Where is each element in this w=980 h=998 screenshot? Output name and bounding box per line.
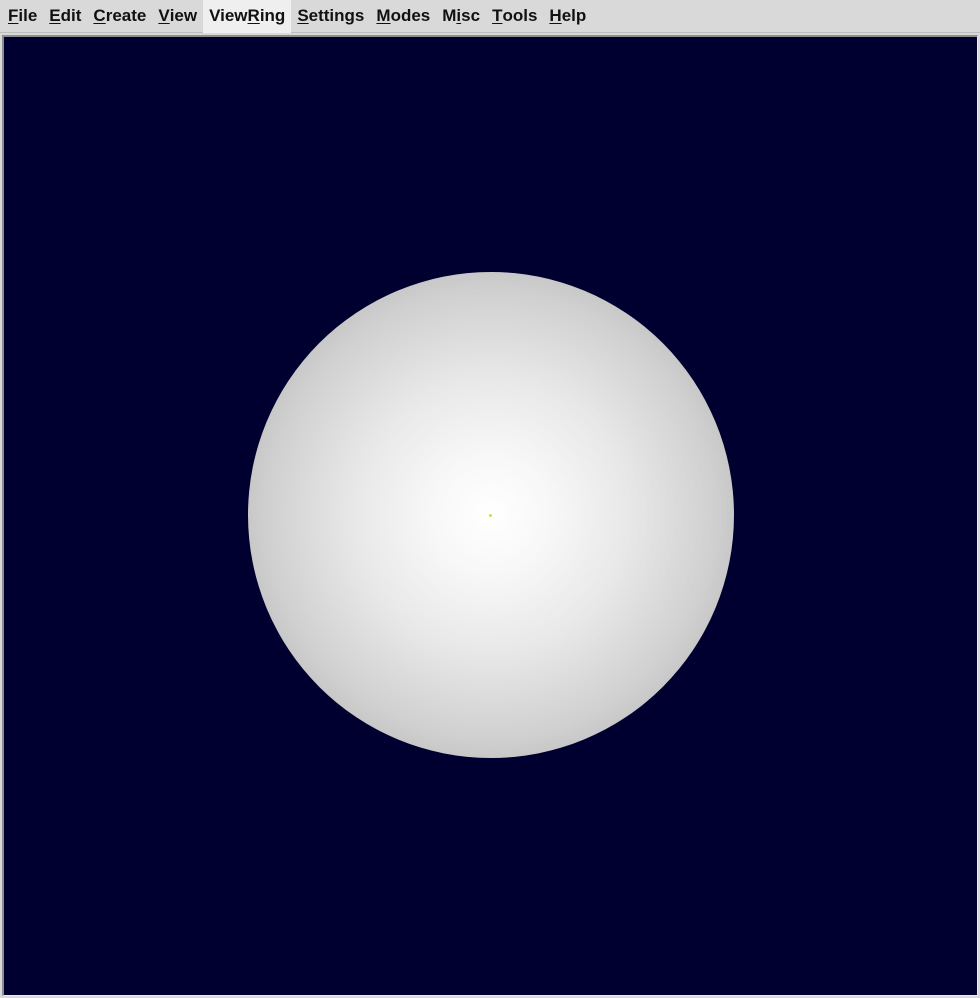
- menu-file-mnemonic: F: [8, 6, 19, 25]
- menu-edit-suffix: dit: [60, 6, 82, 25]
- menu-viewring-mnemonic: R: [247, 6, 260, 25]
- menu-misc-suffix: sc: [461, 6, 481, 25]
- menu-settings[interactable]: Settings: [291, 0, 370, 33]
- menu-tools-suffix: ools: [502, 6, 538, 25]
- menu-viewring-prefix: View: [209, 6, 248, 25]
- center-marker: [489, 514, 492, 517]
- menu-help[interactable]: Help: [543, 0, 592, 33]
- menu-edit[interactable]: Edit: [43, 0, 87, 33]
- menu-viewring-suffix: ing: [259, 6, 286, 25]
- menu-misc[interactable]: Mi sc: [436, 0, 486, 33]
- menu-file-suffix: ile: [18, 6, 38, 25]
- menu-modes-suffix: odes: [390, 6, 431, 25]
- menu-tools[interactable]: Tools: [486, 0, 543, 33]
- menu-view-suffix: iew: [169, 6, 198, 25]
- menu-help-mnemonic: H: [549, 6, 562, 25]
- menu-modes[interactable]: Modes: [370, 0, 436, 33]
- menu-edit-mnemonic: E: [49, 6, 61, 25]
- menu-settings-suffix: ettings: [308, 6, 365, 25]
- menu-view[interactable]: View: [152, 0, 203, 33]
- menu-create-mnemonic: C: [93, 6, 106, 25]
- menu-tools-mnemonic: T: [492, 6, 503, 25]
- menu-file[interactable]: File: [2, 0, 43, 33]
- menu-modes-mnemonic: M: [376, 6, 391, 25]
- menu-create-suffix: reate: [105, 6, 147, 25]
- menu-misc-prefix: M: [442, 6, 457, 25]
- menu-view-mnemonic: V: [158, 6, 170, 25]
- menu-bar: File Edit Create View View Ring Settings …: [0, 0, 980, 33]
- menu-create[interactable]: Create: [87, 0, 152, 33]
- menu-help-suffix: elp: [561, 6, 587, 25]
- application-window: File Edit Create View View Ring Settings …: [0, 0, 980, 998]
- 3d-viewport[interactable]: [4, 37, 977, 995]
- viewport-frame: [2, 35, 978, 996]
- menu-settings-mnemonic: S: [297, 6, 309, 25]
- menu-viewring[interactable]: View Ring: [203, 0, 292, 33]
